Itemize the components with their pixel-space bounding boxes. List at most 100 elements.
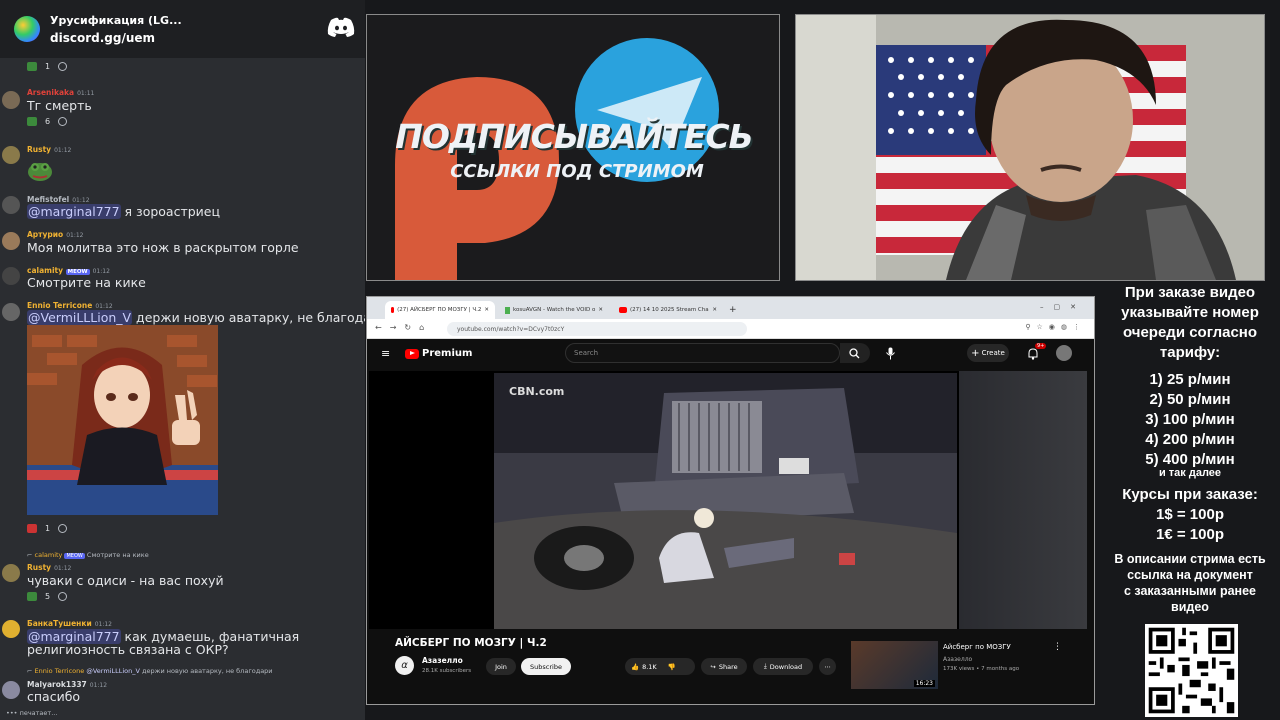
extension-icons[interactable]: ⚲☆◉◍⋮ [1025,323,1086,331]
avatar[interactable] [2,267,20,285]
subscribe-button[interactable]: Subscribe [521,658,571,675]
search-button[interactable] [840,343,870,363]
window-controls[interactable]: –▢✕ [1040,303,1086,311]
user-mention[interactable]: @VermiLLLion_V [27,310,133,325]
avatar[interactable] [2,620,20,638]
message-author[interactable]: Mefistofel 01:12 [27,195,90,204]
tab-youtube-video[interactable]: (27) АЙСБЕРГ ПО МОЗГУ | Ч.2 ✕ [385,301,495,319]
discord-logo-icon [327,17,355,37]
microphone-icon[interactable] [885,347,896,360]
anime-avatar-image[interactable] [27,325,218,515]
address-bar: ←→↻⌂ youtube.com/watch?v=DCvy7t0zcY ⚲☆◉◍… [367,319,1094,339]
reaction-bar[interactable]: 1 [27,60,68,73]
kick-icon [505,306,511,314]
join-button[interactable]: Join [486,658,516,675]
server-name: Урусификация (LG... [50,13,182,27]
add-reaction-icon[interactable] [58,592,68,601]
channel-avatar[interactable]: α [395,656,414,675]
rate-usd: 1$ = 100р [1156,506,1224,523]
message-text: чуваки с одиси - на вас похуй [27,573,224,588]
add-reaction-icon[interactable] [58,62,68,71]
reply-preview[interactable]: ⌐ calamity MEOW Смотрите на кике [27,551,149,559]
share-button[interactable]: ↪ Share [701,658,747,675]
video-content-image [494,373,957,629]
add-reaction-icon[interactable] [58,117,68,126]
account-avatar[interactable] [1056,345,1072,361]
avatar[interactable] [2,303,20,321]
avatar[interactable] [2,196,20,214]
tab-kick[interactable]: kosuAVGN - Watch the VOID o ✕ [499,301,609,319]
like-dislike-button[interactable]: 👍 8.1K 👎 [625,658,695,675]
info-intro-2: указывайте номер [1121,304,1259,321]
tab-stream-chat[interactable]: (27) 14 10 2025 Stream Cha ✕ [613,301,723,319]
avatar[interactable] [2,564,20,582]
download-button[interactable]: ⤓ Download [753,658,813,675]
reaction-bar[interactable]: 1 [27,522,68,535]
thumbs-up-icon: 👍 [631,662,640,671]
video-side-blur [959,371,1087,629]
webcam-feed [795,14,1265,281]
webcam-scene-image [796,15,1264,280]
tariff-4: 4) 200 р/мин [1145,431,1235,448]
reaction-bar[interactable]: 6 [27,115,68,128]
search-icon [849,348,860,359]
message-author[interactable]: Артурио 01:12 [27,230,83,239]
youtube-icon [405,348,419,359]
download-icon: ⤓ [763,662,767,670]
info-intro-3: очереди согласно [1122,324,1258,341]
recommended-channel[interactable]: Азазелло [943,656,972,663]
message-author[interactable]: calamity MEOW 01:12 [27,266,110,275]
notification-count: 9+ [1035,343,1047,349]
typing-indicator: ••• печатает... [6,709,58,717]
create-button[interactable]: + Create [967,344,1009,362]
tariff-2: 2) 50 р/мин [1149,391,1231,408]
server-icon [14,16,40,42]
qr-code-icon[interactable] [1145,624,1238,717]
channel-name[interactable]: Азазелло [422,656,463,665]
info-intro-1: При заказе видео [1124,284,1256,301]
video-duration: 16:23 [913,680,935,687]
message-author[interactable]: Rusty 01:12 [27,563,71,572]
message-author[interactable]: Rusty 01:12 [27,145,71,154]
emoji-icon [27,524,37,533]
thumbs-down-icon: 👎 [667,662,676,671]
menu-icon[interactable]: ≡ [381,347,390,360]
server-header[interactable]: Урусификация (LG... discord.gg/uem [0,0,365,58]
recommended-title[interactable]: Айсберг по МОЗГУ [943,643,1011,651]
message-author[interactable]: Arsenikaka 01:11 [27,88,94,97]
search-input[interactable]: Search [565,343,840,363]
promo-headline: ПОДПИСЫВАЙТЕСЬ [395,117,753,156]
nav-buttons[interactable]: ←→↻⌂ [375,323,432,332]
message-text-line2: религиозность связана с ОКР? [27,642,229,657]
tariff-etc: и так далее [1158,467,1222,479]
message-text: спасибо [27,689,81,704]
message-text: Смотрите на кике [27,275,146,290]
more-vert-icon[interactable]: ⋮ [1053,642,1062,652]
more-actions-button[interactable]: ⋯ [819,658,836,675]
desc-1: В описании стрима есть [1114,552,1266,566]
new-tab-button[interactable]: + [723,301,739,319]
avatar[interactable] [2,681,20,699]
youtube-premium-logo[interactable]: Premium [405,348,472,359]
reply-preview[interactable]: ⌐ Ennio Terricone @VermiLLLion_V держи н… [27,667,273,675]
avatar[interactable] [2,232,20,250]
message-author[interactable]: Ennio Terricone 01:12 [27,301,113,310]
message-author[interactable]: БанкаТушенки 01:12 [27,619,112,628]
video-frame[interactable]: CBN.com [494,373,957,629]
browser-window: (27) АЙСБЕРГ ПО МОЗГУ | Ч.2 ✕ kosuAVGN - … [366,296,1095,705]
avatar[interactable] [2,146,20,164]
reaction-bar[interactable]: 5 [27,590,68,603]
youtube-icon [391,307,395,313]
add-reaction-icon[interactable] [58,524,68,533]
tab-bar: (27) АЙСБЕРГ ПО МОЗГУ | Ч.2 ✕ kosuAVGN - … [367,297,1094,319]
rate-eur: 1€ = 100р [1156,526,1224,543]
user-mention[interactable]: @marginal777 [27,204,121,219]
emoji-icon [27,592,37,601]
recommended-thumbnail[interactable]: 16:23 [851,641,938,689]
url-field[interactable]: youtube.com/watch?v=DCvy7t0zcY [447,322,747,336]
desc-3: с заказанными ранее [1123,584,1256,598]
avatar[interactable] [2,91,20,109]
message-text: Моя молитва это нож в раскрытом горле [27,240,299,255]
message-text: @marginal777 я зороастриец [27,204,220,219]
message-author[interactable]: Malyarok1337 01:12 [27,680,107,689]
